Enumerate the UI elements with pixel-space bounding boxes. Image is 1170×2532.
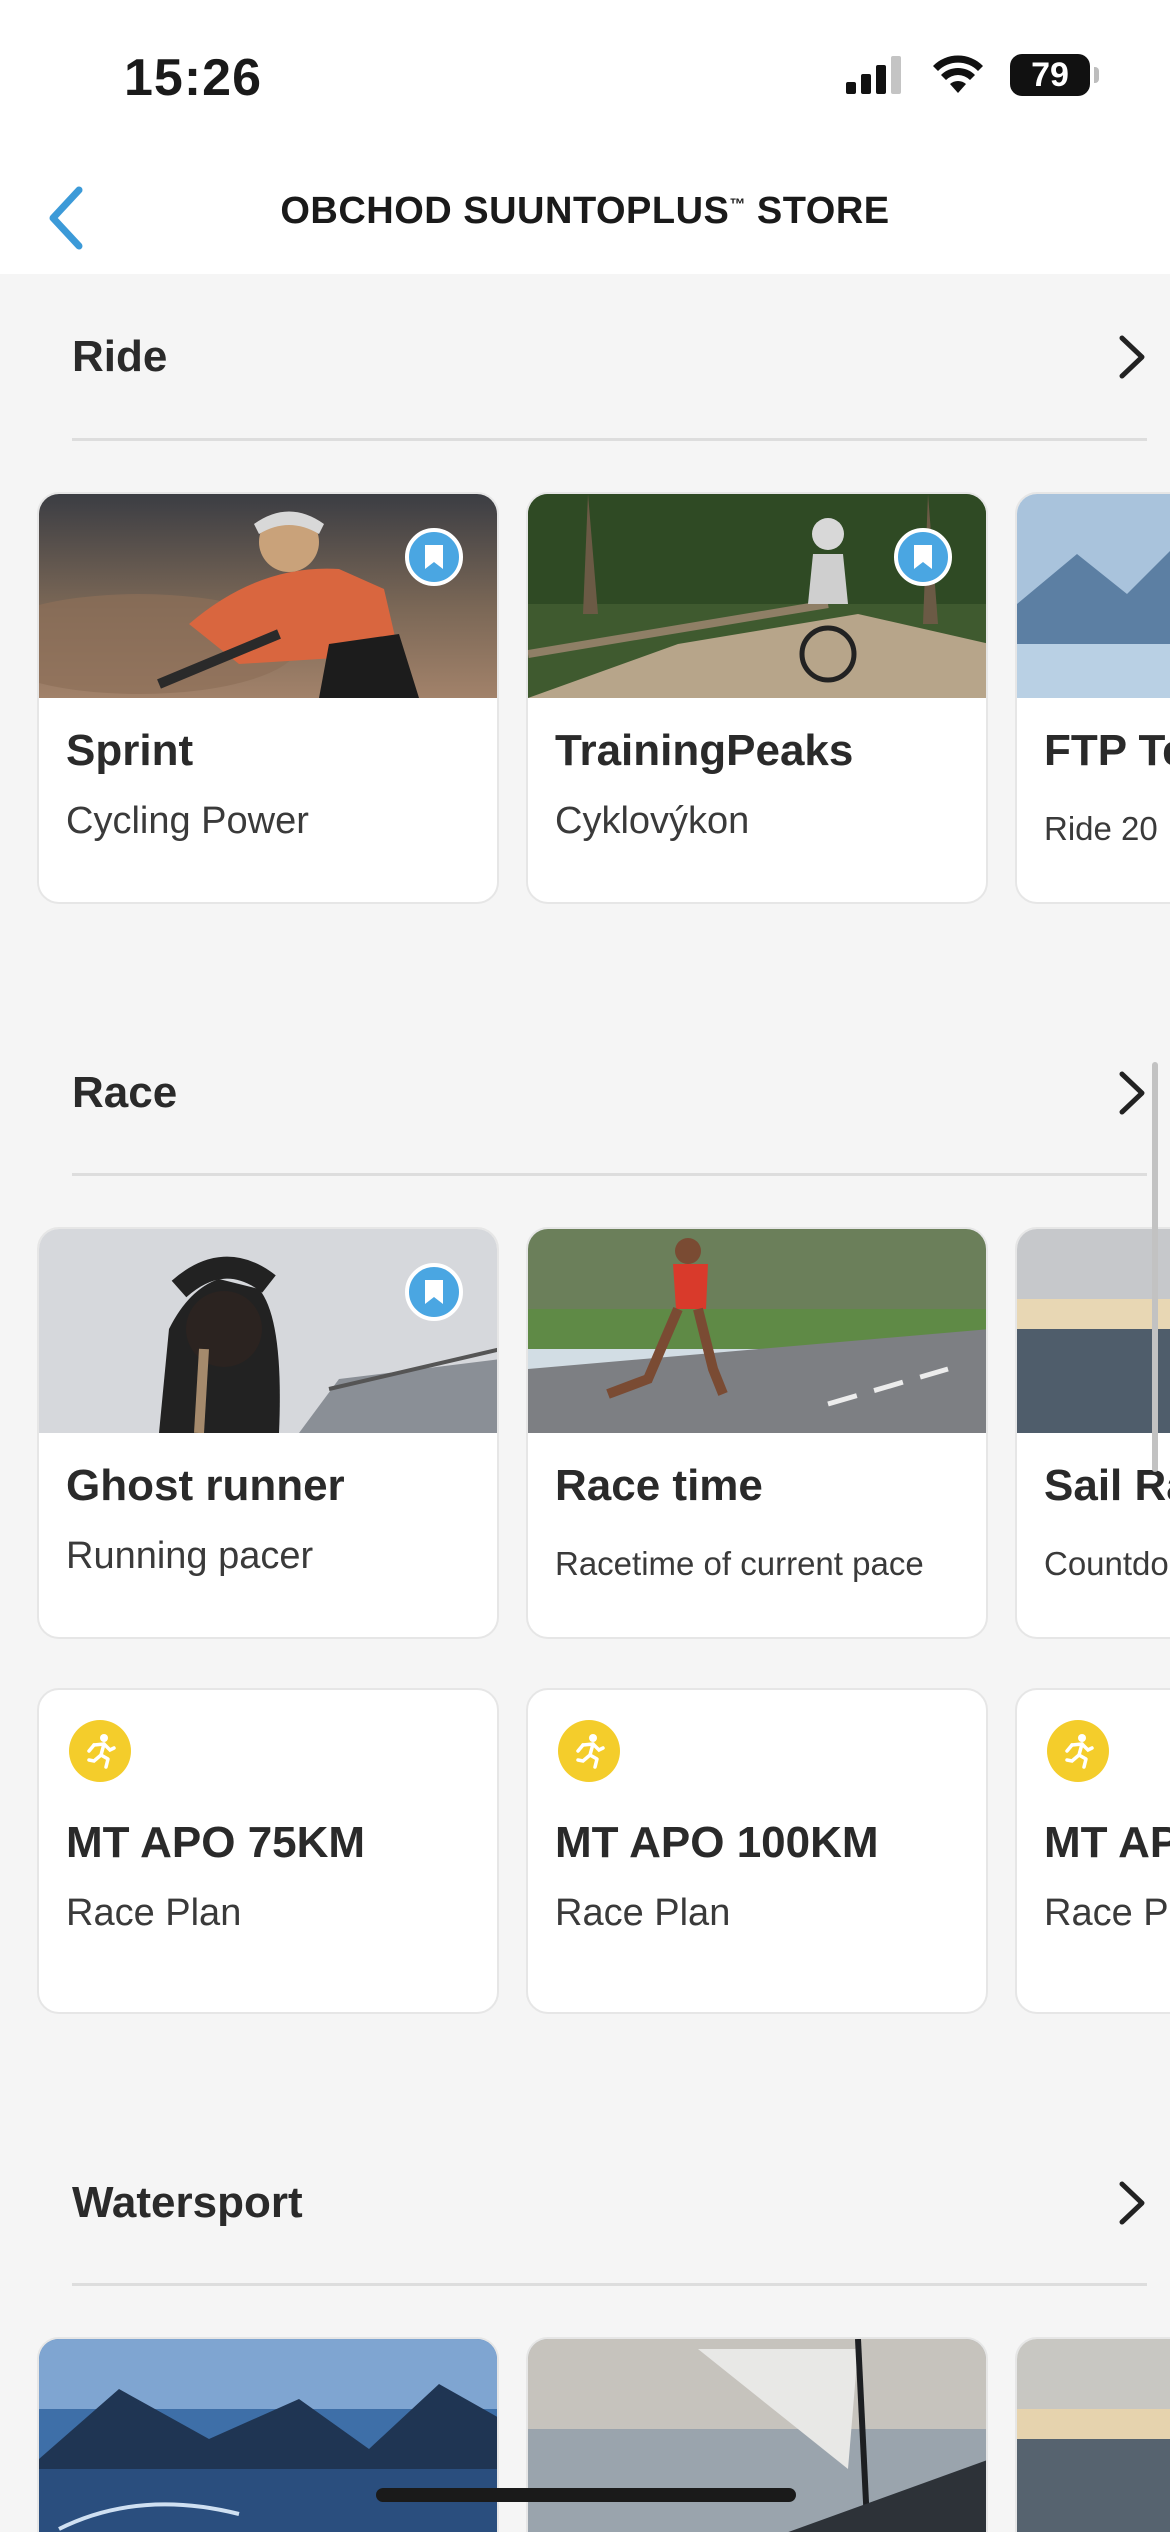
card-subtitle: Race Plan	[66, 1892, 242, 1934]
page-title: OBCHOD SUUNTOPLUS™ STORE	[0, 190, 1170, 233]
bookmark-icon[interactable]	[405, 528, 463, 586]
page-title-suffix: STORE	[745, 190, 890, 232]
app-card-race-time[interactable]: Race time Racetime of current pace	[526, 1227, 988, 1639]
section-header-race[interactable]: Race	[72, 1028, 1147, 1158]
card-title: MT APO 100KM	[555, 1818, 879, 1867]
app-card-watersport[interactable]	[1015, 2337, 1170, 2532]
section-header-ride[interactable]: Ride	[72, 292, 1147, 422]
card-subtitle: Racetime of current pace	[555, 1545, 924, 1582]
app-card-ghost-runner[interactable]: Ghost runner Running pacer	[37, 1227, 499, 1639]
card-image-cyclist-forest	[528, 494, 986, 698]
trademark-symbol: ™	[729, 196, 746, 214]
race-plan-card[interactable]: MT AP Race P	[1015, 1688, 1170, 2014]
running-icon	[558, 1720, 620, 1782]
app-card-watersport[interactable]	[526, 2337, 988, 2532]
card-image-runner-stretching	[39, 1229, 497, 1433]
card-subtitle: Countdo	[1044, 1545, 1169, 1582]
status-time: 15:26	[124, 49, 262, 107]
section-header-watersport[interactable]: Watersport	[72, 2138, 1147, 2268]
chevron-right-icon	[1119, 2181, 1145, 2225]
race-plan-card[interactable]: MT APO 75KM Race Plan	[37, 1688, 499, 2014]
app-card-watersport[interactable]	[37, 2337, 499, 2532]
status-icons: 79	[846, 54, 1099, 96]
navigation-bar: OBCHOD SUUNTOPLUS™ STORE	[0, 160, 1170, 274]
card-title: MT AP	[1044, 1818, 1170, 1867]
card-title: TrainingPeaks	[555, 726, 854, 775]
card-image-mountain-lake	[1017, 494, 1170, 698]
section-title-watersport: Watersport	[72, 2178, 303, 2227]
card-image-sea-sunset	[1017, 2339, 1170, 2532]
card-subtitle: Running pacer	[66, 1535, 314, 1577]
app-card-ftp[interactable]: FTP Te Ride 20	[1015, 492, 1170, 904]
card-subtitle: Cycling Power	[66, 800, 309, 842]
card-image-road-runner	[528, 1229, 986, 1433]
card-subtitle: Ride 20	[1044, 810, 1158, 847]
app-card-trainingpeaks[interactable]: TrainingPeaks Cyklovýkon	[526, 492, 988, 904]
card-title: Sprint	[66, 726, 194, 775]
card-subtitle: Race P	[1044, 1892, 1169, 1934]
section-title-race: Race	[72, 1068, 178, 1117]
card-image-swimmer-fjord	[39, 2339, 497, 2532]
section-divider	[72, 2283, 1147, 2286]
section-divider	[72, 438, 1147, 441]
card-title: Race time	[555, 1461, 763, 1510]
card-image-sea-sunset	[1017, 1229, 1170, 1433]
battery-indicator: 79	[1010, 54, 1099, 96]
race-plan-card[interactable]: MT APO 100KM Race Plan	[526, 1688, 988, 2014]
card-image-cyclist-desert	[39, 494, 497, 698]
running-icon	[1047, 1720, 1109, 1782]
app-card-sprint[interactable]: Sprint Cycling Power	[37, 492, 499, 904]
page-title-text: OBCHOD SUUNTOPLUS	[280, 190, 730, 232]
card-subtitle: Cyklovýkon	[555, 800, 750, 842]
card-subtitle: Race Plan	[555, 1892, 731, 1934]
card-image-sailboat	[528, 2339, 986, 2532]
chevron-right-icon	[1119, 1071, 1145, 1115]
app-card-sail-race[interactable]: Sail Ra Countdo	[1015, 1227, 1170, 1639]
card-title: Ghost runner	[66, 1461, 345, 1510]
status-bar: 15:26 79	[0, 0, 1170, 160]
home-indicator[interactable]	[376, 2488, 796, 2502]
card-title: MT APO 75KM	[66, 1818, 366, 1867]
section-divider	[72, 1173, 1147, 1176]
bookmark-icon[interactable]	[894, 528, 952, 586]
chevron-right-icon	[1119, 335, 1145, 379]
scrollbar[interactable]	[1152, 1062, 1158, 1472]
bookmark-icon[interactable]	[405, 1263, 463, 1321]
section-title-ride: Ride	[72, 332, 168, 381]
wifi-icon	[933, 55, 983, 93]
card-title: FTP Te	[1044, 726, 1170, 775]
cellular-signal-icon	[846, 56, 901, 94]
running-icon	[69, 1720, 131, 1782]
